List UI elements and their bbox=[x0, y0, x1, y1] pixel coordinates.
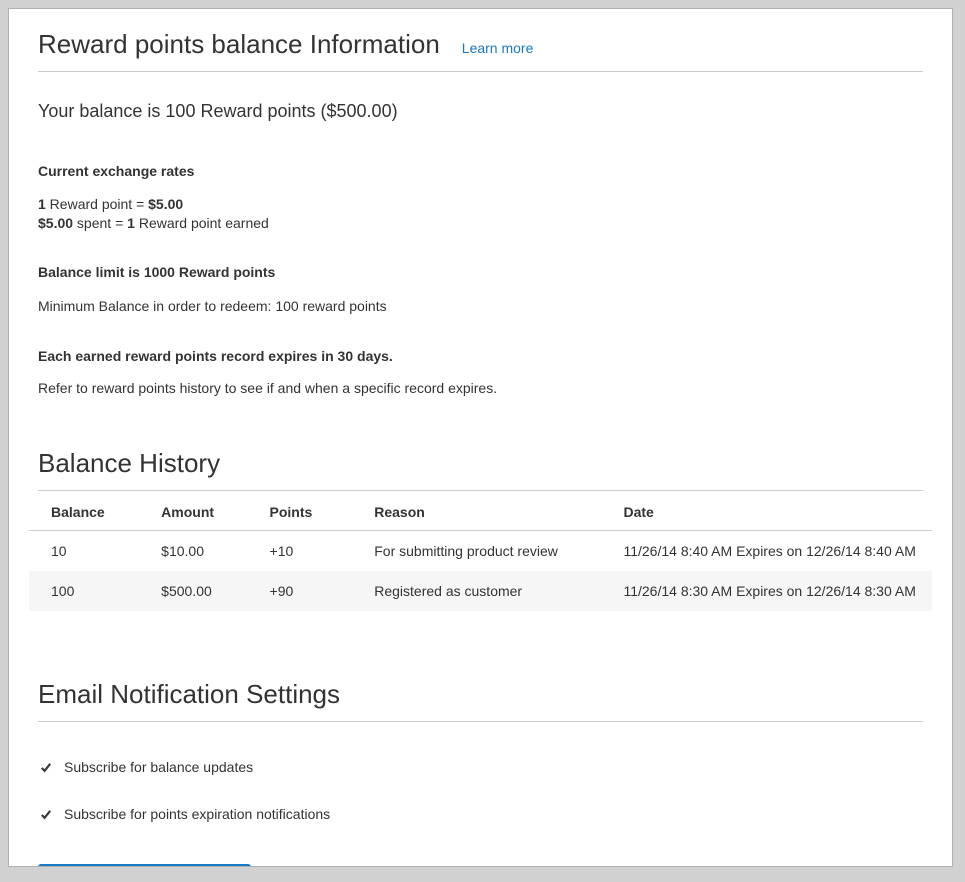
table-row: 100 $500.00 +90 Registered as customer 1… bbox=[29, 571, 932, 611]
cell-balance: 10 bbox=[29, 531, 139, 572]
page-header: Reward points balance Information Learn … bbox=[38, 27, 923, 72]
exchange-rate-line-1: 1 Reward point = $5.00 bbox=[38, 195, 923, 214]
cell-amount: $500.00 bbox=[139, 571, 247, 611]
exchange-rates-lines: 1 Reward point = $5.00 $5.00 spent = 1 R… bbox=[38, 195, 923, 233]
col-header-balance: Balance bbox=[29, 491, 139, 531]
balance-summary: Your balance is 100 Reward points ($500.… bbox=[38, 100, 923, 122]
exchange-line1-text: Reward point = bbox=[46, 196, 148, 212]
reward-points-panel: Reward points balance Information Learn … bbox=[8, 8, 953, 867]
email-settings-heading: Email Notification Settings bbox=[38, 677, 923, 722]
exchange-points-value: 1 bbox=[38, 196, 46, 212]
exchange-line2-tail: Reward point earned bbox=[135, 215, 269, 231]
page-title: Reward points balance Information bbox=[38, 27, 440, 61]
col-header-points: Points bbox=[248, 491, 353, 531]
learn-more-link[interactable]: Learn more bbox=[462, 40, 534, 56]
col-header-reason: Reason bbox=[352, 491, 601, 531]
cell-amount: $10.00 bbox=[139, 531, 247, 572]
table-row: 10 $10.00 +10 For submitting product rev… bbox=[29, 531, 932, 572]
cell-reason: For submitting product review bbox=[352, 531, 601, 572]
balance-updates-checkbox[interactable] bbox=[39, 761, 53, 775]
exchange-spent-value: $5.00 bbox=[38, 215, 73, 231]
expiration-note-text: Refer to reward points history to see if… bbox=[38, 379, 923, 398]
cell-points: +90 bbox=[248, 571, 353, 611]
points-expiration-option[interactable]: Subscribe for points expiration notifica… bbox=[38, 805, 923, 824]
cell-date: 11/26/14 8:40 AM Expires on 12/26/14 8:4… bbox=[601, 531, 932, 572]
exchange-rate-line-2: $5.00 spent = 1 Reward point earned bbox=[38, 214, 923, 233]
balance-updates-option[interactable]: Subscribe for balance updates bbox=[38, 758, 923, 777]
balance-history-heading: Balance History bbox=[38, 446, 923, 491]
exchange-earned-points: 1 bbox=[127, 215, 135, 231]
cell-balance: 100 bbox=[29, 571, 139, 611]
save-subscription-settings-button[interactable]: Save Subscription Settings bbox=[38, 864, 251, 867]
exchange-dollar-value: $5.00 bbox=[148, 196, 183, 212]
col-header-amount: Amount bbox=[139, 491, 247, 531]
exchange-rates-heading: Current exchange rates bbox=[38, 162, 923, 181]
cell-points: +10 bbox=[248, 531, 353, 572]
cell-reason: Registered as customer bbox=[352, 571, 601, 611]
table-header-row: Balance Amount Points Reason Date bbox=[29, 491, 932, 531]
subscription-options: Subscribe for balance updates Subscribe … bbox=[38, 758, 923, 824]
balance-updates-label: Subscribe for balance updates bbox=[64, 758, 253, 777]
balance-history-table-wrap: Balance Amount Points Reason Date 10 $10… bbox=[29, 491, 932, 611]
page-background: Reward points balance Information Learn … bbox=[0, 0, 965, 882]
col-header-date: Date bbox=[601, 491, 932, 531]
min-redeem-text: Minimum Balance in order to redeem: 100 … bbox=[38, 297, 923, 316]
points-expiration-label: Subscribe for points expiration notifica… bbox=[64, 805, 330, 824]
balance-limit-text: Balance limit is 1000 Reward points bbox=[38, 263, 923, 282]
expiration-text: Each earned reward points record expires… bbox=[38, 347, 923, 366]
points-expiration-checkbox[interactable] bbox=[39, 808, 53, 822]
exchange-line2-text: spent = bbox=[73, 215, 127, 231]
balance-history-table: Balance Amount Points Reason Date 10 $10… bbox=[29, 491, 932, 611]
cell-date: 11/26/14 8:30 AM Expires on 12/26/14 8:3… bbox=[601, 571, 932, 611]
